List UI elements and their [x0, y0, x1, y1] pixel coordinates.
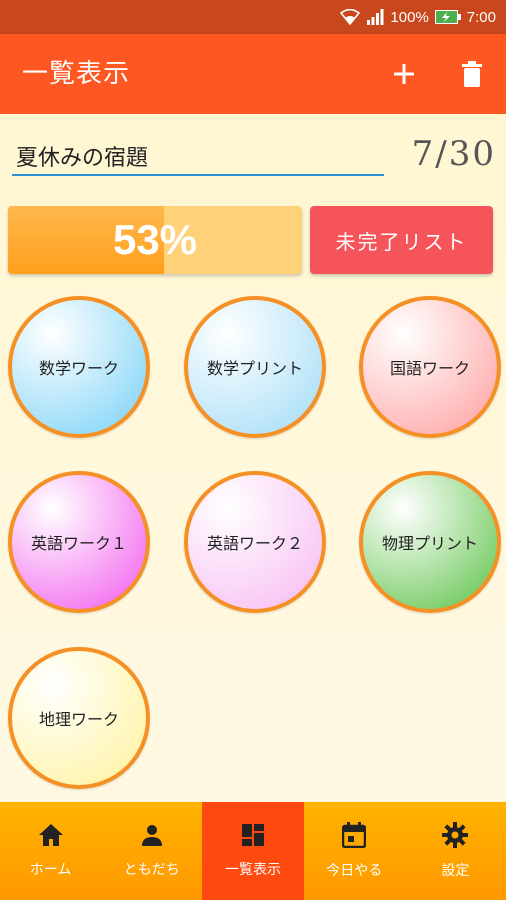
nav-item-2[interactable]: 一覧表示	[202, 802, 304, 900]
task-circle[interactable]: 英語ワーク１	[8, 471, 150, 613]
task-circle[interactable]: 数学プリント	[184, 296, 326, 438]
dashboard-icon	[241, 823, 265, 851]
task-label: 地理ワーク	[38, 710, 119, 729]
task-label: 英語ワーク１	[30, 534, 127, 553]
delete-button[interactable]	[452, 54, 492, 94]
battery-icon	[434, 10, 461, 24]
wifi-icon	[340, 9, 361, 25]
task-label: 数学プリント	[206, 359, 303, 378]
completion-counter: 7/30	[411, 134, 496, 174]
task-circle[interactable]: 地理ワーク	[8, 647, 150, 789]
task-circle[interactable]: 物理プリント	[359, 471, 501, 613]
app-bar: 一覧表示	[0, 34, 506, 114]
plus-icon	[394, 64, 414, 84]
add-button[interactable]	[384, 54, 424, 94]
task-label: 数学ワーク	[38, 359, 119, 378]
nav-item-label: ホーム	[29, 862, 72, 878]
task-label: 英語ワーク２	[206, 534, 303, 553]
task-label: 物理プリント	[381, 534, 478, 553]
person-icon	[140, 823, 164, 851]
main-content: 7/30 53% 未完了リスト 数学ワーク 数学プリント 国語ワーク英語ワーク１ 英語…	[0, 114, 506, 802]
page-title: 一覧表示	[22, 59, 131, 89]
task-circle[interactable]: 数学ワーク	[8, 296, 150, 438]
home-icon	[38, 823, 64, 851]
nav-item-label: 設定	[441, 863, 470, 879]
trash-icon	[462, 61, 482, 87]
status-bar: 100% 7:00	[0, 0, 506, 34]
progress-bar: 53%	[8, 206, 302, 274]
nav-item-4[interactable]: 設定	[405, 802, 506, 900]
nav-item-3[interactable]: 今日やる	[304, 802, 405, 900]
signal-icon	[366, 9, 384, 25]
gear-icon	[442, 822, 469, 852]
task-label: 国語ワーク	[389, 359, 470, 378]
nav-item-1[interactable]: ともだち	[101, 802, 202, 900]
bottom-navigation: ホーム ともだち 一覧表示 今日やる 設定	[0, 802, 506, 900]
list-name-input[interactable]	[12, 138, 384, 176]
battery-percent: 100%	[390, 8, 429, 26]
task-circle[interactable]: 国語ワーク	[359, 296, 501, 438]
clock-time: 7:00	[466, 8, 496, 26]
task-circle[interactable]: 英語ワーク２	[184, 471, 326, 613]
incomplete-list-button[interactable]: 未完了リスト	[310, 206, 493, 274]
nav-item-label: 今日やる	[326, 863, 383, 879]
nav-item-0[interactable]: ホーム	[0, 802, 101, 900]
progress-percent: 53%	[112, 216, 198, 263]
nav-item-label: ともだち	[123, 862, 180, 878]
nav-item-label: 一覧表示	[225, 862, 281, 878]
calendar-icon	[341, 822, 367, 852]
